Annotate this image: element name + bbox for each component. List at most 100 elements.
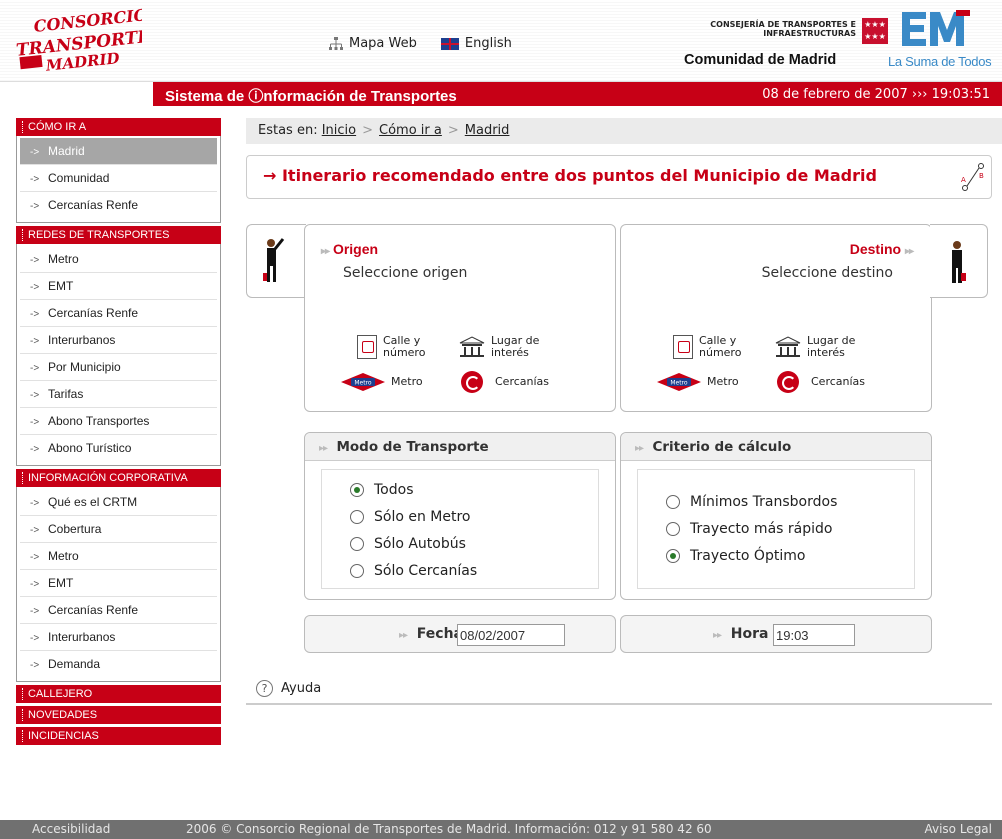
destino-calle-option[interactable]: Calle y número [673,335,741,359]
criterio-radio-rapido[interactable]: Trayecto más rápido [666,521,832,537]
sitemap-link[interactable]: Mapa Web [329,36,417,51]
arrow-icon: -> [30,498,40,509]
modo-transporte-section: ▸▸ Modo de Transporte Todos Sólo en Metr… [304,432,616,600]
madrid-flag-icon[interactable]: ★★★ ★★★ [862,18,888,44]
calle-line2: número [699,346,742,359]
arrow-icon: -> [30,552,40,563]
sidebar-header-como-ir[interactable]: CÓMO IR A [16,118,221,136]
origen-calle-text: Calle y número [383,335,425,359]
sidebar-item-abono-turistico[interactable]: -> Abono Turístico [20,435,217,462]
em-logo[interactable] [902,10,970,48]
sidebar-box-info-corp: -> Qué es el CRTM -> Cobertura -> Metro -> E… [16,487,221,682]
ayuda-link[interactable]: ? Ayuda [256,680,321,697]
origen-cercanias-option[interactable]: Cercanías [461,371,549,393]
street-map-icon [673,335,693,359]
sidebar-item-emt-corp[interactable]: -> EMT [20,570,217,597]
sidebar-item-label: Abono Turístico [48,441,132,455]
top-links: Mapa Web English [329,36,512,51]
arrow-icon: -> [30,255,40,266]
modo-radio-cercanias[interactable]: Sólo Cercanías [350,563,477,579]
sidebar-item-cercanias-renfe[interactable]: -> Cercanías Renfe [20,300,217,327]
destino-metro-option[interactable]: Metro Metro [657,373,739,391]
sidebar-item-comunidad[interactable]: -> Comunidad [20,165,217,192]
destino-title: Destino ▸▸ [850,241,914,257]
sidebar-item-interurbanos[interactable]: -> Interurbanos [20,327,217,354]
sidebar-header-incidencias[interactable]: INCIDENCIAS [16,727,221,745]
destino-tab[interactable] [930,224,988,298]
arrow-icon: -> [30,417,40,428]
breadcrumb-como-ir[interactable]: Cómo ir a [379,123,442,138]
sidebar-header-redes[interactable]: REDES DE TRANSPORTES [16,226,221,244]
radio-label: Trayecto Óptimo [690,548,806,564]
sidebar-header-info-corp[interactable]: INFORMACIÓN CORPORATIVA [16,469,221,487]
dots-icon: ▸▸ [713,630,722,641]
radio-button[interactable] [666,495,680,509]
radio-button[interactable] [666,549,680,563]
accesibilidad-link[interactable]: Accesibilidad [32,820,110,839]
destino-lugar-option[interactable]: Lugar de interés [775,335,855,359]
sidebar-item-label: Metro [48,252,79,266]
sidebar-item-cercanias-corp[interactable]: -> Cercanías Renfe [20,597,217,624]
aviso-legal-link[interactable]: Aviso Legal [924,820,992,839]
sidebar-item-metro-corp[interactable]: -> Metro [20,543,217,570]
arrow-icon: -> [30,201,40,212]
sidebar-item-tarifas[interactable]: -> Tarifas [20,381,217,408]
breadcrumb-madrid[interactable]: Madrid [465,123,510,138]
metro-label: Metro [391,375,423,388]
sidebar-item-que-es-crtm[interactable]: -> Qué es el CRTM [20,489,217,516]
system-bar: Sistema de ⓘnformación de Transportes 08… [153,82,1002,106]
radio-label: Sólo en Metro [374,509,471,525]
criterio-radio-optimo[interactable]: Trayecto Óptimo [666,548,805,564]
radio-button[interactable] [350,483,364,497]
dots-icon: ▸▸ [635,443,644,454]
origen-tab[interactable] [246,224,306,298]
breadcrumb-inicio[interactable]: Inicio [322,123,356,138]
radio-button[interactable] [666,522,680,536]
sidebar-item-label: Demanda [48,657,101,671]
destino-options: Calle y número Lugar de interés Metro Metr… [621,329,931,401]
fecha-field-box: ▸▸ Fecha [304,615,616,653]
origen-lugar-option[interactable]: Lugar de interés [459,335,539,359]
sidebar-header-callejero[interactable]: CALLEJERO [16,685,221,703]
criterio-radio-transbordos[interactable]: Mínimos Transbordos [666,494,837,510]
sidebar-item-label: Cercanías Renfe [48,198,139,212]
fecha-input[interactable] [457,624,565,646]
modo-radio-todos[interactable]: Todos [350,482,413,498]
modo-header: ▸▸ Modo de Transporte [305,433,615,461]
arrow-icon: -> [30,660,40,671]
sidebar-item-abono-transportes[interactable]: -> Abono Transportes [20,408,217,435]
sidebar-item-metro[interactable]: -> Metro [20,246,217,273]
destino-lugar-text: Lugar de interés [807,335,855,359]
sidebar-item-interurbanos-corp[interactable]: -> Interurbanos [20,624,217,651]
sidebar-box-como-ir: -> Madrid -> Comunidad -> Cercanías Renfe [16,136,221,223]
radio-button[interactable] [350,564,364,578]
criterio-inner: Mínimos Transbordos Trayecto más rápido … [637,469,915,589]
origen-panel: ▸▸ Origen Seleccione origen Calle y númer… [304,224,616,412]
origen-lugar-text: Lugar de interés [491,335,539,359]
dots-icon: ▸▸ [399,630,408,641]
radio-button[interactable] [350,537,364,551]
hora-input[interactable] [773,624,855,646]
crtm-logo[interactable]: CONSORCIO TRANSPORTES MADRID [12,6,142,78]
sidebar-item-madrid[interactable]: -> Madrid [20,138,217,165]
modo-radio-autobus[interactable]: Sólo Autobús [350,536,466,552]
sidebar-item-demanda[interactable]: -> Demanda [20,651,217,678]
sidebar-item-por-municipio[interactable]: -> Por Municipio [20,354,217,381]
origen-metro-option[interactable]: Metro Metro [341,373,423,391]
modo-radio-metro[interactable]: Sólo en Metro [350,509,471,525]
origen-options: Calle y número Lugar de interés Metro Metr… [305,329,615,401]
sidebar-item-cobertura[interactable]: -> Cobertura [20,516,217,543]
radio-button[interactable] [350,510,364,524]
sidebar-header-novedades[interactable]: NOVEDADES [16,706,221,724]
sidebar-item-label: Metro [48,549,79,563]
sidebar-item-emt[interactable]: -> EMT [20,273,217,300]
copyright-text: 2006 © Consorcio Regional de Transportes… [186,822,712,836]
sidebar-item-cercanias[interactable]: -> Cercanías Renfe [20,192,217,219]
destino-cercanias-option[interactable]: Cercanías [777,371,865,393]
arrow-icon: -> [30,390,40,401]
radio-label: Mínimos Transbordos [690,494,838,510]
origen-calle-option[interactable]: Calle y número [357,335,425,359]
metro-label: Metro [707,375,739,388]
arrow-icon: -> [30,363,40,374]
english-link[interactable]: English [440,36,512,51]
